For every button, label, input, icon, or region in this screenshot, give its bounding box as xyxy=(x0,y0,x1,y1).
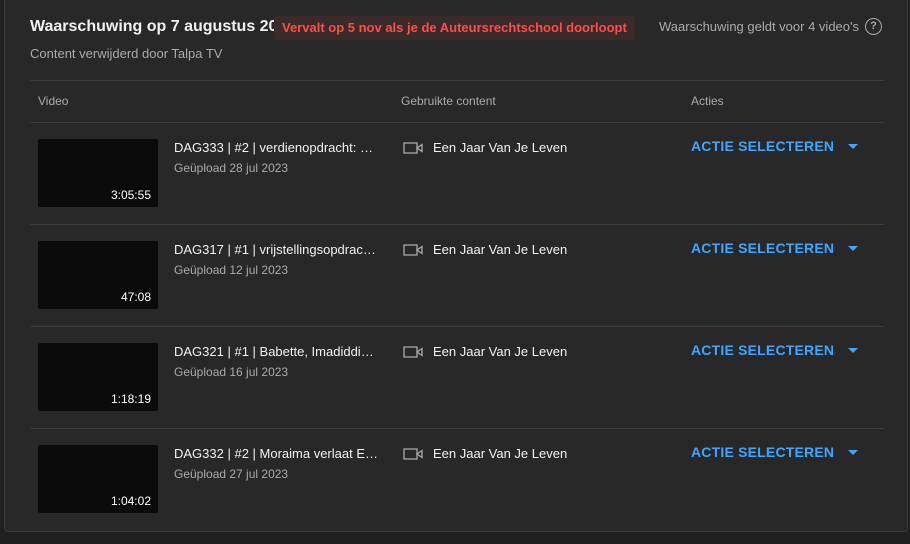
used-content-label: Een Jaar Van Je Leven xyxy=(433,140,568,155)
warning-title: Waarschuwing op 7 augustus 2023 xyxy=(30,18,296,35)
select-action-label: ACTIE SELECTEREN xyxy=(691,342,835,358)
video-camera-icon xyxy=(403,345,423,358)
videos-table: Video Gebruikte content Acties 3:05:55 D… xyxy=(30,80,884,530)
video-duration: 47:08 xyxy=(120,290,151,304)
used-content: Een Jaar Van Je Leven xyxy=(403,344,567,359)
select-action-label: ACTIE SELECTEREN xyxy=(691,444,835,460)
table-row: 47:08 DAG317 | #1 | vrijstellingsopdrac…… xyxy=(30,225,884,327)
caret-down-icon xyxy=(848,245,859,251)
video-thumbnail[interactable]: 1:04:02 xyxy=(38,445,158,513)
video-title[interactable]: DAG332 | #2 | Moraima verlaat EJ… xyxy=(174,446,379,461)
video-duration: 1:04:02 xyxy=(110,494,151,508)
select-action-label: ACTIE SELECTEREN xyxy=(691,138,835,154)
video-camera-icon xyxy=(403,243,423,256)
caret-down-icon xyxy=(848,347,859,353)
column-header-video: Video xyxy=(38,94,69,108)
help-circle-icon[interactable]: ? xyxy=(865,18,882,35)
video-camera-icon xyxy=(403,141,423,154)
used-content-label: Een Jaar Van Je Leven xyxy=(433,344,568,359)
video-thumbnail[interactable]: 47:08 xyxy=(38,241,158,309)
video-title[interactable]: DAG333 | #2 | verdienopdracht: 2… xyxy=(174,140,379,155)
removal-source: Content verwijderd door Talpa TV xyxy=(30,46,223,61)
table-row: 3:05:55 DAG333 | #2 | verdienopdracht: 2… xyxy=(30,123,884,225)
select-action-label: ACTIE SELECTEREN xyxy=(691,240,835,256)
upload-date: Geüpload 28 jul 2023 xyxy=(174,161,289,175)
video-duration: 1:18:19 xyxy=(110,392,151,406)
video-title[interactable]: DAG321 | #1 | Babette, Imadiddin … xyxy=(174,344,379,359)
video-thumbnail[interactable]: 1:18:19 xyxy=(38,343,158,411)
warning-header: Waarschuwing op 7 augustus 2023 Vervalt … xyxy=(30,16,882,72)
table-row: 1:04:02 DAG332 | #2 | Moraima verlaat EJ… xyxy=(30,429,884,530)
upload-date: Geüpload 12 jul 2023 xyxy=(174,263,289,277)
select-action-dropdown[interactable]: ACTIE SELECTEREN xyxy=(691,240,859,256)
upload-date: Geüpload 16 jul 2023 xyxy=(174,365,289,379)
video-thumbnail[interactable]: 3:05:55 xyxy=(38,139,158,207)
table-row: 1:18:19 DAG321 | #1 | Babette, Imadiddin… xyxy=(30,327,884,429)
select-action-dropdown[interactable]: ACTIE SELECTEREN xyxy=(691,444,859,460)
used-content-label: Een Jaar Van Je Leven xyxy=(433,242,568,257)
copyright-warning-panel: Waarschuwing op 7 augustus 2023 Vervalt … xyxy=(4,0,908,532)
select-action-dropdown[interactable]: ACTIE SELECTEREN xyxy=(691,138,859,154)
used-content: Een Jaar Van Je Leven xyxy=(403,446,567,461)
video-camera-icon xyxy=(403,447,423,460)
caret-down-icon xyxy=(848,143,859,149)
affected-video-count-label: Waarschuwing geldt voor 4 video's xyxy=(659,19,859,34)
used-content: Een Jaar Van Je Leven xyxy=(403,140,567,155)
affected-video-count: Waarschuwing geldt voor 4 video's ? xyxy=(659,18,882,35)
column-header-content: Gebruikte content xyxy=(401,94,496,108)
upload-date: Geüpload 27 jul 2023 xyxy=(174,467,289,481)
used-content-label: Een Jaar Van Je Leven xyxy=(433,446,568,461)
video-duration: 3:05:55 xyxy=(110,188,151,202)
expiry-notice: Vervalt op 5 nov als je de Auteursrechts… xyxy=(274,16,635,40)
used-content: Een Jaar Van Je Leven xyxy=(403,242,567,257)
caret-down-icon xyxy=(848,449,859,455)
column-header-actions: Acties xyxy=(691,94,724,108)
select-action-dropdown[interactable]: ACTIE SELECTEREN xyxy=(691,342,859,358)
video-title[interactable]: DAG317 | #1 | vrijstellingsopdrac… xyxy=(174,242,379,257)
table-header: Video Gebruikte content Acties xyxy=(30,80,884,123)
